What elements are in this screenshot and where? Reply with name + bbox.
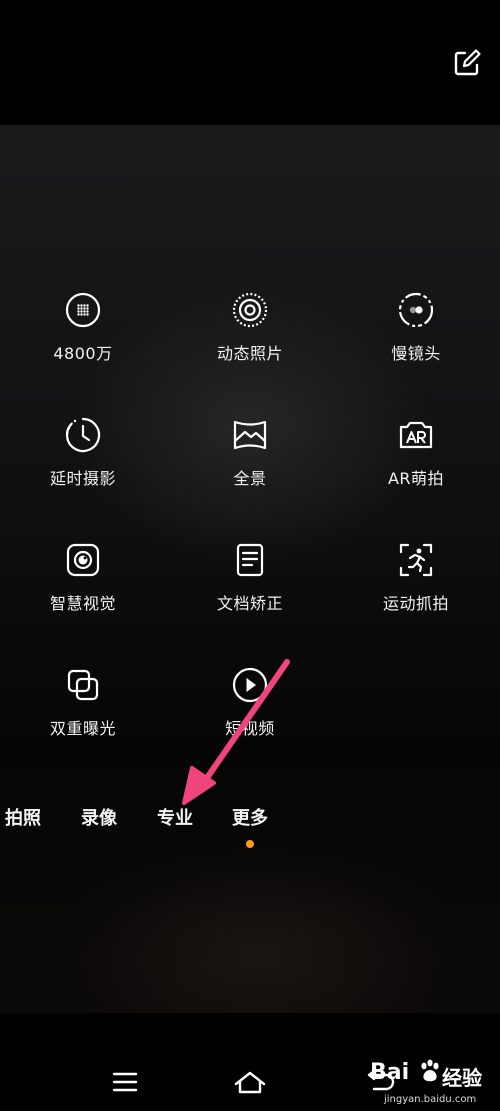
selected-tab-indicator xyxy=(246,840,254,848)
mode-slow-motion[interactable]: 慢镜头 xyxy=(351,290,481,380)
mode-panorama[interactable]: 全景 xyxy=(185,415,315,505)
mode-label: 双重曝光 xyxy=(49,719,116,738)
mode-sport[interactable]: 运动抓拍 xyxy=(351,540,481,630)
grid-dots-icon xyxy=(65,292,101,328)
menu-icon[interactable] xyxy=(108,1065,142,1099)
tab-photo[interactable]: 拍照 xyxy=(5,804,41,830)
live-photo-icon xyxy=(232,292,268,328)
camera-screen: 4800万 动态照片 慢镜头 延时摄影 全景 AR萌拍 智慧视觉 文档矫正 运动… xyxy=(0,0,500,1111)
watermark-url: jingyan.baidu.com xyxy=(384,1094,477,1105)
mode-live-photo[interactable]: 动态照片 xyxy=(185,290,315,380)
document-icon xyxy=(236,543,264,577)
mode-label: 运动抓拍 xyxy=(382,594,449,613)
mode-label: AR萌拍 xyxy=(387,469,445,488)
mode-document[interactable]: 文档矫正 xyxy=(185,540,315,630)
mode-label: 智慧视觉 xyxy=(49,594,116,613)
tab-pro[interactable]: 专业 xyxy=(157,804,193,830)
watermark-brand: Bai xyxy=(370,1060,410,1085)
timelapse-icon xyxy=(65,417,101,453)
mode-label: 文档矫正 xyxy=(216,594,283,613)
mode-tabs: 拍照 录像 专业 更多 xyxy=(0,804,500,834)
mode-label: 全景 xyxy=(233,469,267,488)
mode-label: 延时摄影 xyxy=(49,469,116,488)
mode-label: 动态照片 xyxy=(216,344,283,363)
slow-motion-icon xyxy=(398,292,434,328)
mode-timelapse[interactable]: 延时摄影 xyxy=(18,415,148,505)
mode-ar[interactable]: AR萌拍 xyxy=(351,415,481,505)
short-video-play-icon xyxy=(232,667,268,703)
watermark-brand-suffix: 经验 xyxy=(442,1066,482,1090)
edit-icon[interactable] xyxy=(452,48,482,78)
smart-vision-icon xyxy=(66,543,100,577)
paw-icon xyxy=(421,1059,439,1082)
tab-video[interactable]: 录像 xyxy=(81,804,117,830)
panorama-icon xyxy=(233,420,267,450)
tab-more[interactable]: 更多 xyxy=(232,804,268,830)
home-icon[interactable] xyxy=(233,1065,267,1099)
mode-label: 慢镜头 xyxy=(391,344,441,363)
running-person-icon xyxy=(399,543,433,577)
mode-short-video[interactable]: 短视频 xyxy=(185,665,315,755)
top-bar xyxy=(0,0,500,125)
mode-double-exposure[interactable]: 双重曝光 xyxy=(18,665,148,755)
mode-smart-vision[interactable]: 智慧视觉 xyxy=(18,540,148,630)
baidu-watermark: Bai 经验 jingyan.baidu.com xyxy=(370,1058,500,1111)
ar-camera-icon xyxy=(399,421,433,449)
mode-label: 4800万 xyxy=(53,344,113,363)
double-exposure-icon xyxy=(67,669,99,701)
mode-48mp[interactable]: 4800万 xyxy=(18,290,148,380)
mode-label: 短视频 xyxy=(225,719,275,738)
